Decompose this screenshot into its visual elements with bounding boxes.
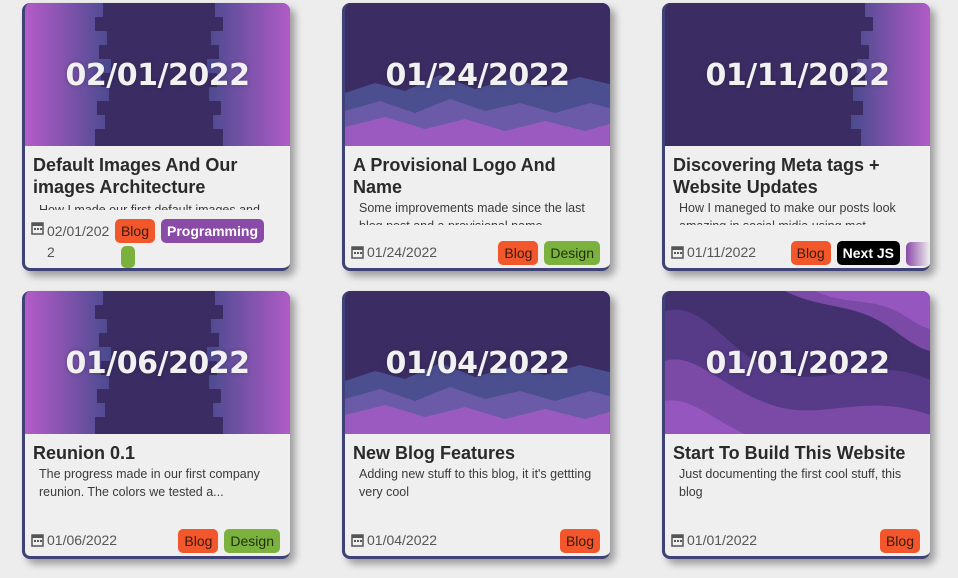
post-date-text: 01/24/2022 [367, 244, 438, 260]
tag-blog[interactable]: Blog [178, 529, 219, 553]
post-date-text: 02/01/2022 [47, 223, 110, 260]
thumbnail-date: 01/04/2022 [385, 346, 570, 381]
post-thumbnail: 01/06/2022 [25, 291, 290, 434]
post-title[interactable]: Reunion 0.1 [33, 442, 284, 464]
post-date: 01/04/2022 [351, 532, 437, 548]
post-date-text: 01/06/2022 [47, 532, 118, 548]
post-date: 01/06/2022 [31, 532, 117, 548]
tag-blog[interactable]: Blog [114, 219, 155, 243]
tag-list: Blog [559, 529, 600, 553]
post-title[interactable]: Discovering Meta tags + Website Updates [673, 154, 924, 198]
post-excerpt: The progress made in our first company r… [39, 467, 260, 499]
post-date-text: 01/01/2022 [687, 532, 758, 548]
thumbnail-date: 01/01/2022 [705, 346, 890, 381]
tag-blog[interactable]: Blog [879, 529, 920, 553]
post-date: 02/01/2022 [31, 221, 113, 263]
calendar-icon [31, 534, 44, 547]
post-title[interactable]: A Provisional Logo And Name [353, 154, 604, 198]
post-date-text: 01/11/2022 [687, 244, 757, 260]
post-card[interactable]: 02/01/2022 Default Images And Our images… [22, 3, 290, 271]
post-excerpt: How I maneged to make our posts look ama… [679, 201, 896, 225]
tag-blog[interactable]: Blog [498, 241, 539, 265]
tag-list: Blog Programming [114, 219, 264, 243]
post-card[interactable]: 01/04/2022 New Blog Features Adding new … [342, 291, 610, 559]
calendar-icon [31, 222, 44, 235]
post-title[interactable]: Start To Build This Website [673, 442, 924, 464]
post-title[interactable]: Default Images And Our images Architectu… [33, 154, 284, 198]
tag-list: Blog [879, 529, 920, 553]
calendar-icon [351, 534, 364, 547]
post-thumbnail: 01/11/2022 [665, 3, 930, 146]
calendar-icon [351, 246, 364, 259]
tag-list: Blog Design [178, 529, 280, 553]
post-card[interactable]: 01/24/2022 A Provisional Logo And Name S… [342, 3, 610, 271]
calendar-icon [671, 246, 684, 259]
post-date: 01/01/2022 [671, 532, 757, 548]
post-card[interactable]: 01/01/2022 Start To Build This Website J… [662, 291, 930, 559]
tag-blog[interactable]: Blog [790, 241, 831, 265]
thumbnail-date: 01/24/2022 [385, 58, 570, 93]
post-excerpt: How I made our first default images and.… [39, 203, 271, 210]
tag-programming[interactable]: Programming [160, 219, 264, 243]
post-thumbnail: 02/01/2022 [25, 3, 290, 146]
tag-blog[interactable]: Blog [559, 529, 600, 553]
thumbnail-date: 01/06/2022 [65, 346, 250, 381]
post-thumbnail: 01/01/2022 [665, 291, 930, 434]
post-thumbnail: 01/24/2022 [345, 3, 610, 146]
post-card[interactable]: 01/11/2022 Discovering Meta tags + Websi… [662, 3, 930, 271]
post-date-text: 01/04/2022 [367, 532, 438, 548]
tag-design[interactable]: Design [224, 529, 280, 553]
tag-overflow [121, 246, 135, 268]
tag-design[interactable]: Design [544, 241, 600, 265]
post-thumbnail: 01/04/2022 [345, 291, 610, 434]
post-title[interactable]: New Blog Features [353, 442, 604, 464]
tag-overflow [906, 242, 930, 266]
post-excerpt: Adding new stuff to this blog, it it's g… [359, 467, 592, 499]
tag-list: Blog Next JS [790, 241, 900, 265]
post-card[interactable]: 01/06/2022 Reunion 0.1 The progress made… [22, 291, 290, 559]
post-date: 01/11/2022 [671, 244, 756, 260]
tag-list: Blog Design [498, 241, 600, 265]
tag-next-js[interactable]: Next JS [836, 241, 900, 265]
thumbnail-date: 02/01/2022 [65, 58, 250, 93]
calendar-icon [671, 534, 684, 547]
post-excerpt: Some improvements made since the last bl… [359, 201, 585, 225]
post-date: 01/24/2022 [351, 244, 437, 260]
post-excerpt: Just documenting the first cool stuff, t… [679, 467, 902, 499]
thumbnail-date: 01/11/2022 [705, 58, 890, 93]
